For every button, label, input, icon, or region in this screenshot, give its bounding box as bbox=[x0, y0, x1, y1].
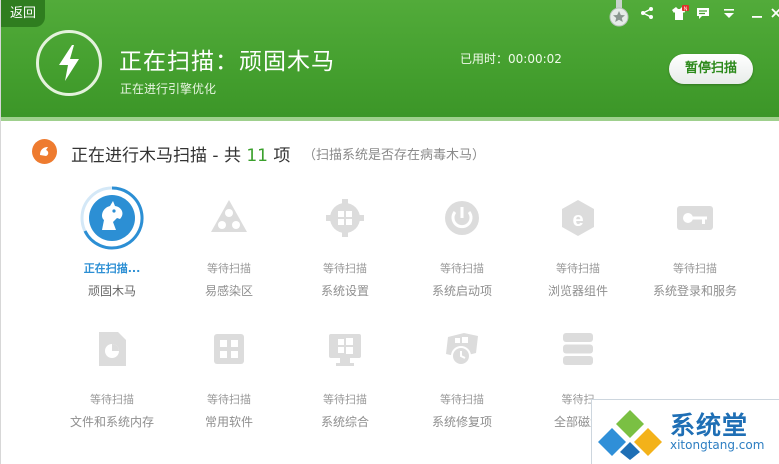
scan-item-name: 文件和系统内存 bbox=[69, 415, 154, 429]
scan-header: 返回 正在扫描：顽固木马 正在进行引擎优化 已用时：00:00:02 暂停扫描 … bbox=[1, 0, 779, 121]
scan-item-stubborn-trojan[interactable]: 正在扫描... 顽固木马 bbox=[54, 186, 170, 299]
trojan-scan-section-icon bbox=[32, 139, 57, 164]
lightning-bolt-icon bbox=[36, 30, 102, 96]
scan-item-status: 等待扫描 bbox=[323, 393, 367, 406]
scan-item-common-software[interactable]: 等待扫描 常用软件 bbox=[171, 317, 287, 430]
medal-icon[interactable] bbox=[608, 0, 630, 28]
windows-logo-icon bbox=[598, 410, 662, 460]
watermark-url: xitongtang.com bbox=[670, 438, 765, 452]
biohazard-icon bbox=[197, 186, 261, 250]
browser-icon: e bbox=[546, 186, 610, 250]
scan-item-vulnerable-area[interactable]: 等待扫描 易感染区 bbox=[171, 186, 287, 299]
windows-monitor-icon bbox=[313, 317, 377, 381]
scan-item-status: 正在扫描... bbox=[83, 262, 141, 275]
shirt-skin-icon[interactable]: N bbox=[669, 2, 691, 24]
share-icon[interactable] bbox=[639, 2, 655, 24]
key-icon bbox=[663, 186, 727, 250]
scan-item-status: 等待扫描 bbox=[207, 262, 251, 275]
section-title-prefix: 正在进行木马扫描 - 共 bbox=[71, 146, 241, 166]
scan-item-startup[interactable]: 等待扫描 系统启动项 bbox=[404, 186, 520, 299]
power-icon bbox=[430, 186, 494, 250]
scan-item-status: 等待扫描 bbox=[673, 262, 717, 275]
scan-item-files-memory[interactable]: 等待扫描 文件和系统内存 bbox=[54, 317, 170, 430]
elapsed-time: 已用时：00:00:02 bbox=[460, 52, 562, 66]
scan-item-login-services[interactable]: 等待扫描 系统登录和服务 bbox=[637, 186, 753, 299]
scan-item-status: 等待扫描 bbox=[207, 393, 251, 406]
scan-item-status: 等待扫描 bbox=[440, 393, 484, 406]
software-icon bbox=[197, 317, 261, 381]
scan-item-name: 浏览器组件 bbox=[547, 284, 608, 298]
scan-item-name: 常用软件 bbox=[204, 415, 253, 429]
scan-item-browser-components[interactable]: e 等待扫描 浏览器组件 bbox=[520, 186, 636, 299]
scan-item-name: 系统设置 bbox=[320, 284, 369, 298]
scan-item-name: 系统启动项 bbox=[431, 284, 492, 298]
scan-item-system-general[interactable]: 等待扫描 系统综合 bbox=[287, 317, 403, 430]
pause-scan-button[interactable]: 暂停扫描 bbox=[669, 54, 753, 84]
scan-item-name: 系统综合 bbox=[320, 415, 369, 429]
scan-item-name: 系统修复项 bbox=[431, 415, 492, 429]
scan-item-system-repair[interactable]: 等待扫描 系统修复项 bbox=[404, 317, 520, 430]
item-count: 11 bbox=[246, 146, 268, 166]
scan-item-name: 顽固木马 bbox=[87, 284, 136, 298]
scan-item-status: 等待扫描 bbox=[90, 393, 134, 406]
section-title-suffix: 项 bbox=[273, 146, 291, 166]
windows-gear-icon bbox=[313, 186, 377, 250]
message-icon[interactable] bbox=[695, 2, 711, 24]
scan-item-status: 等待扫描 bbox=[323, 262, 367, 275]
svg-text:N: N bbox=[684, 6, 688, 12]
scan-item-status: 等待扫描 bbox=[440, 262, 484, 275]
section-hint: （扫描系统是否存在病毒木马） bbox=[303, 148, 486, 163]
section-title: 正在进行木马扫描 - 共 11 项 bbox=[71, 141, 290, 166]
file-icon bbox=[80, 317, 144, 381]
trojan-horse-icon bbox=[80, 186, 144, 250]
back-button[interactable]: 返回 bbox=[1, 0, 45, 27]
svg-text:e: e bbox=[572, 209, 583, 231]
scan-item-name: 易感染区 bbox=[204, 284, 253, 298]
watermark-text: 系统堂 bbox=[670, 411, 749, 440]
disk-icon bbox=[546, 317, 610, 381]
security-scan-window: 返回 正在扫描：顽固木马 正在进行引擎优化 已用时：00:00:02 暂停扫描 … bbox=[0, 0, 779, 464]
menu-icon[interactable] bbox=[722, 2, 736, 24]
minimize-icon[interactable] bbox=[750, 2, 764, 24]
scan-item-name: 系统登录和服务 bbox=[652, 284, 737, 298]
close-icon[interactable] bbox=[771, 2, 779, 24]
scan-item-status: 等待扫描 bbox=[556, 262, 600, 275]
scan-title: 正在扫描：顽固木马 bbox=[119, 49, 335, 75]
repair-icon bbox=[430, 317, 494, 381]
scan-item-system-settings[interactable]: 等待扫描 系统设置 bbox=[287, 186, 403, 299]
site-watermark: 系统堂 xitongtang.com bbox=[591, 399, 779, 464]
scan-subtitle: 正在进行引擎优化 bbox=[120, 82, 217, 96]
